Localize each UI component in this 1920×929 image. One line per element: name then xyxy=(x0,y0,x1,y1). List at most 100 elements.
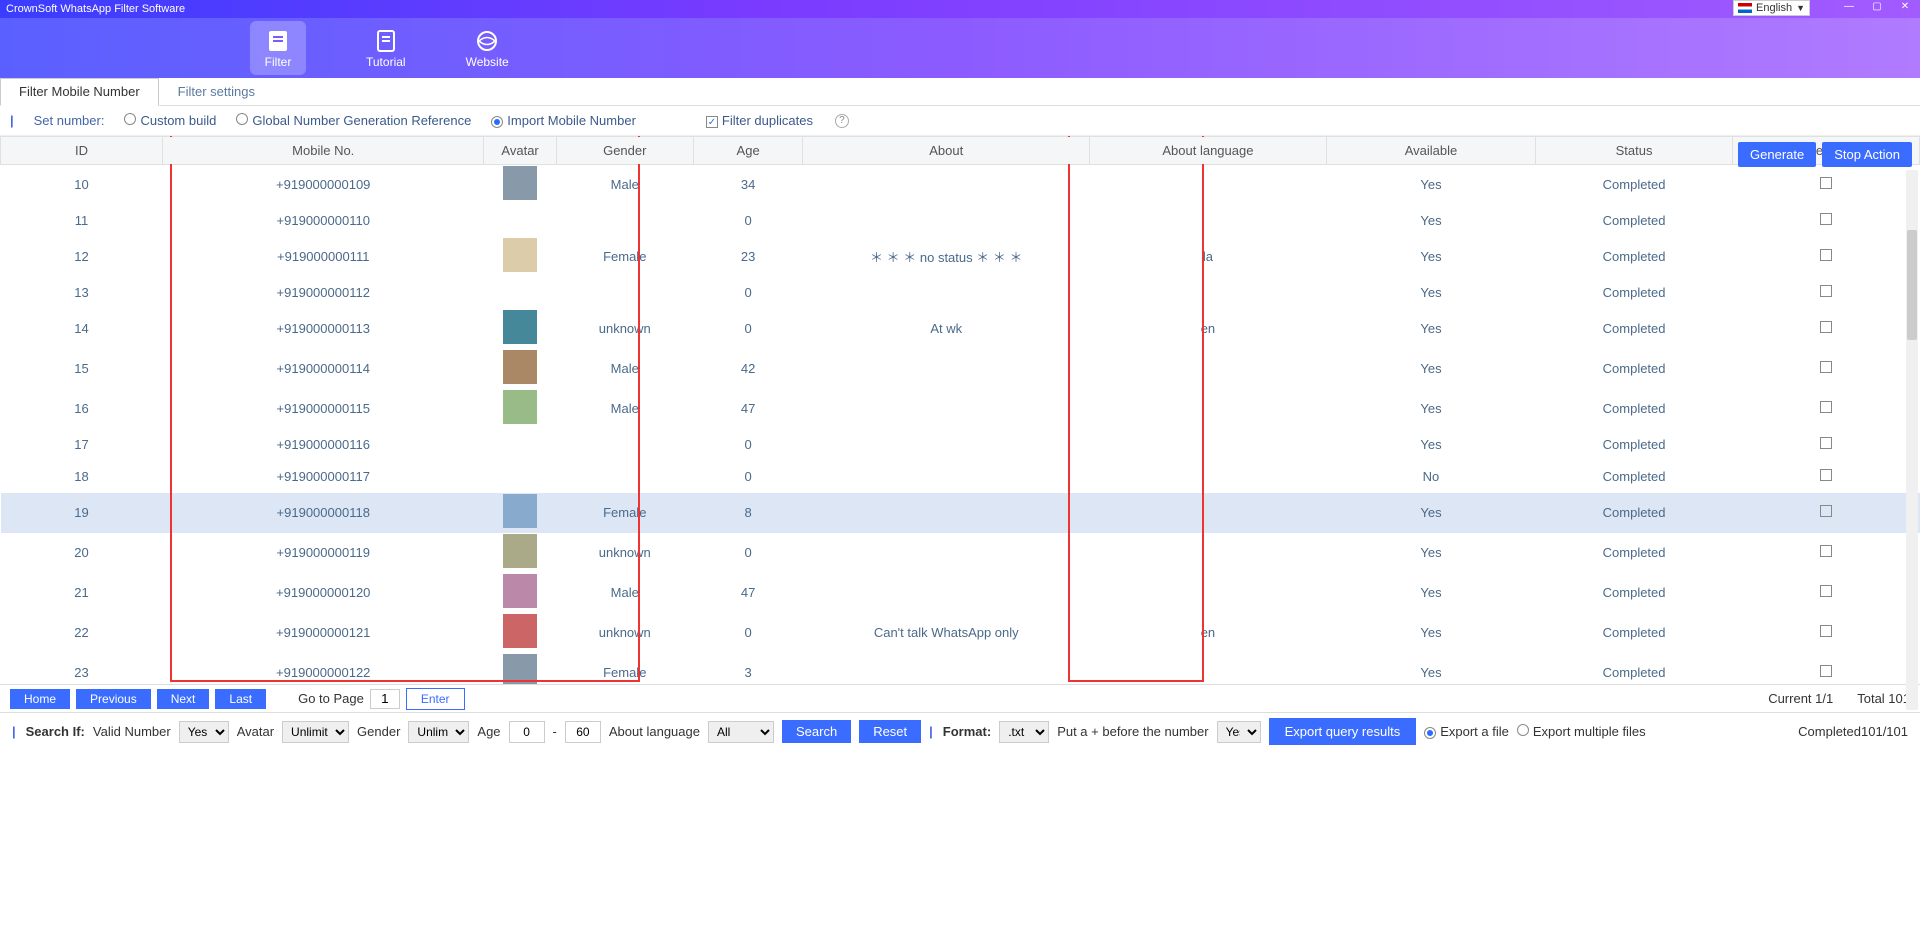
table-row[interactable]: 13+9190000001120YesCompleted xyxy=(1,277,1920,309)
col-id[interactable]: ID xyxy=(1,137,163,165)
cell-mobile: +919000000117 xyxy=(162,461,483,493)
table-row[interactable]: 23+919000000122Female3YesCompleted xyxy=(1,653,1920,685)
cell-select xyxy=(1733,429,1920,461)
maximize-button[interactable]: ▢ xyxy=(1866,0,1888,14)
put-plus-label: Put a + before the number xyxy=(1057,724,1208,739)
cell-mobile: +919000000112 xyxy=(162,277,483,309)
page-input[interactable] xyxy=(370,689,400,709)
table-row[interactable]: 17+9190000001160YesCompleted xyxy=(1,429,1920,461)
avatar-select[interactable]: Unlimit xyxy=(282,721,349,743)
cell-age: 47 xyxy=(693,389,803,429)
table-row[interactable]: 15+919000000114Male42YesCompleted xyxy=(1,349,1920,389)
help-icon[interactable]: ? xyxy=(835,114,849,128)
radio-global-gen[interactable]: Global Number Generation Reference xyxy=(236,113,471,128)
scrollbar-thumb[interactable] xyxy=(1907,230,1917,340)
table-row[interactable]: 20+919000000119unknown0YesCompleted xyxy=(1,533,1920,573)
table-row[interactable]: 14+919000000113unknown0At wkenYesComplet… xyxy=(1,309,1920,349)
col-about[interactable]: About xyxy=(803,137,1090,165)
reset-button[interactable]: Reset xyxy=(859,720,921,743)
pager-last[interactable]: Last xyxy=(215,689,266,709)
ribbon: Filter Tutorial Website xyxy=(0,18,1920,78)
radio-export-file[interactable]: Export a file xyxy=(1424,724,1509,739)
col-about-lang[interactable]: About language xyxy=(1090,137,1327,165)
col-gender[interactable]: Gender xyxy=(556,137,693,165)
gender-select[interactable]: Unlim xyxy=(408,721,469,743)
cell-id: 22 xyxy=(1,613,163,653)
cell-about: At wk xyxy=(803,309,1090,349)
ribbon-website[interactable]: Website xyxy=(466,27,509,69)
table-row[interactable]: 22+919000000121unknown0Can't talk WhatsA… xyxy=(1,613,1920,653)
table-row[interactable]: 12+919000000111Female23＊ ＊ ＊ no status ＊… xyxy=(1,237,1920,277)
language-select[interactable]: English ▼ xyxy=(1733,0,1810,16)
cell-about xyxy=(803,277,1090,309)
minimize-button[interactable]: — xyxy=(1838,0,1860,14)
row-checkbox[interactable] xyxy=(1820,177,1832,189)
cell-about-lang xyxy=(1090,349,1327,389)
export-results-button[interactable]: Export query results xyxy=(1269,718,1417,745)
age-to[interactable] xyxy=(565,721,601,743)
row-checkbox[interactable] xyxy=(1820,213,1832,225)
table-row[interactable]: 19+919000000118Female8YesCompleted xyxy=(1,493,1920,533)
age-from[interactable] xyxy=(509,721,545,743)
table-row[interactable]: 18+9190000001170NoCompleted xyxy=(1,461,1920,493)
cell-gender: Male xyxy=(556,349,693,389)
pager-enter[interactable]: Enter xyxy=(406,688,465,710)
row-checkbox[interactable] xyxy=(1820,249,1832,261)
row-checkbox[interactable] xyxy=(1820,505,1832,517)
row-checkbox[interactable] xyxy=(1820,469,1832,481)
valid-number-select[interactable]: Yes xyxy=(179,721,229,743)
row-checkbox[interactable] xyxy=(1820,285,1832,297)
row-checkbox[interactable] xyxy=(1820,437,1832,449)
table-row[interactable]: 10+919000000109Male34YesCompleted xyxy=(1,165,1920,205)
pager-home[interactable]: Home xyxy=(10,689,70,709)
checkbox-filter-duplicates[interactable]: Filter duplicates xyxy=(706,113,813,129)
row-checkbox[interactable] xyxy=(1820,545,1832,557)
stop-action-button[interactable]: Stop Action xyxy=(1822,142,1912,167)
format-select[interactable]: .txt xyxy=(999,721,1049,743)
cell-available: Yes xyxy=(1326,573,1535,613)
cell-mobile: +919000000110 xyxy=(162,205,483,237)
close-button[interactable]: ✕ xyxy=(1894,0,1916,14)
ribbon-tutorial[interactable]: Tutorial xyxy=(366,27,406,69)
col-avatar[interactable]: Avatar xyxy=(484,137,556,165)
cell-mobile: +919000000121 xyxy=(162,613,483,653)
ribbon-filter[interactable]: Filter xyxy=(250,21,306,75)
col-age[interactable]: Age xyxy=(693,137,803,165)
tab-filter-settings[interactable]: Filter settings xyxy=(159,78,274,106)
radio-export-multi[interactable]: Export multiple files xyxy=(1517,724,1646,739)
pager-next[interactable]: Next xyxy=(157,689,210,709)
table-row[interactable]: 16+919000000115Male47YesCompleted xyxy=(1,389,1920,429)
tab-filter-mobile[interactable]: Filter Mobile Number xyxy=(0,78,159,106)
about-lang-select[interactable]: All xyxy=(708,721,774,743)
radio-import-mobile[interactable]: Import Mobile Number xyxy=(491,113,636,128)
table-row[interactable]: 21+919000000120Male47YesCompleted xyxy=(1,573,1920,613)
cell-avatar xyxy=(484,389,556,429)
cell-gender xyxy=(556,277,693,309)
row-checkbox[interactable] xyxy=(1820,401,1832,413)
cell-status: Completed xyxy=(1536,389,1733,429)
col-mobile[interactable]: Mobile No. xyxy=(162,137,483,165)
cell-about xyxy=(803,429,1090,461)
col-available[interactable]: Available xyxy=(1326,137,1535,165)
generate-button[interactable]: Generate xyxy=(1738,142,1816,167)
radio-custom-build[interactable]: Custom build xyxy=(124,113,216,128)
pager: Home Previous Next Last Go to Page Enter… xyxy=(0,684,1920,712)
col-status[interactable]: Status xyxy=(1536,137,1733,165)
row-checkbox[interactable] xyxy=(1820,585,1832,597)
pager-previous[interactable]: Previous xyxy=(76,689,151,709)
cell-age: 0 xyxy=(693,461,803,493)
table-row[interactable]: 11+9190000001100YesCompleted xyxy=(1,205,1920,237)
cell-available: Yes xyxy=(1326,309,1535,349)
search-button[interactable]: Search xyxy=(782,720,851,743)
row-checkbox[interactable] xyxy=(1820,361,1832,373)
cell-status: Completed xyxy=(1536,653,1733,685)
completed-status: Completed101/101 xyxy=(1798,724,1908,739)
vertical-scrollbar[interactable] xyxy=(1906,170,1918,710)
cell-gender xyxy=(556,205,693,237)
row-checkbox[interactable] xyxy=(1820,665,1832,677)
row-checkbox[interactable] xyxy=(1820,321,1832,333)
row-checkbox[interactable] xyxy=(1820,625,1832,637)
cell-about-lang xyxy=(1090,277,1327,309)
put-plus-select[interactable]: Yes xyxy=(1217,721,1261,743)
filter-icon xyxy=(264,27,292,55)
